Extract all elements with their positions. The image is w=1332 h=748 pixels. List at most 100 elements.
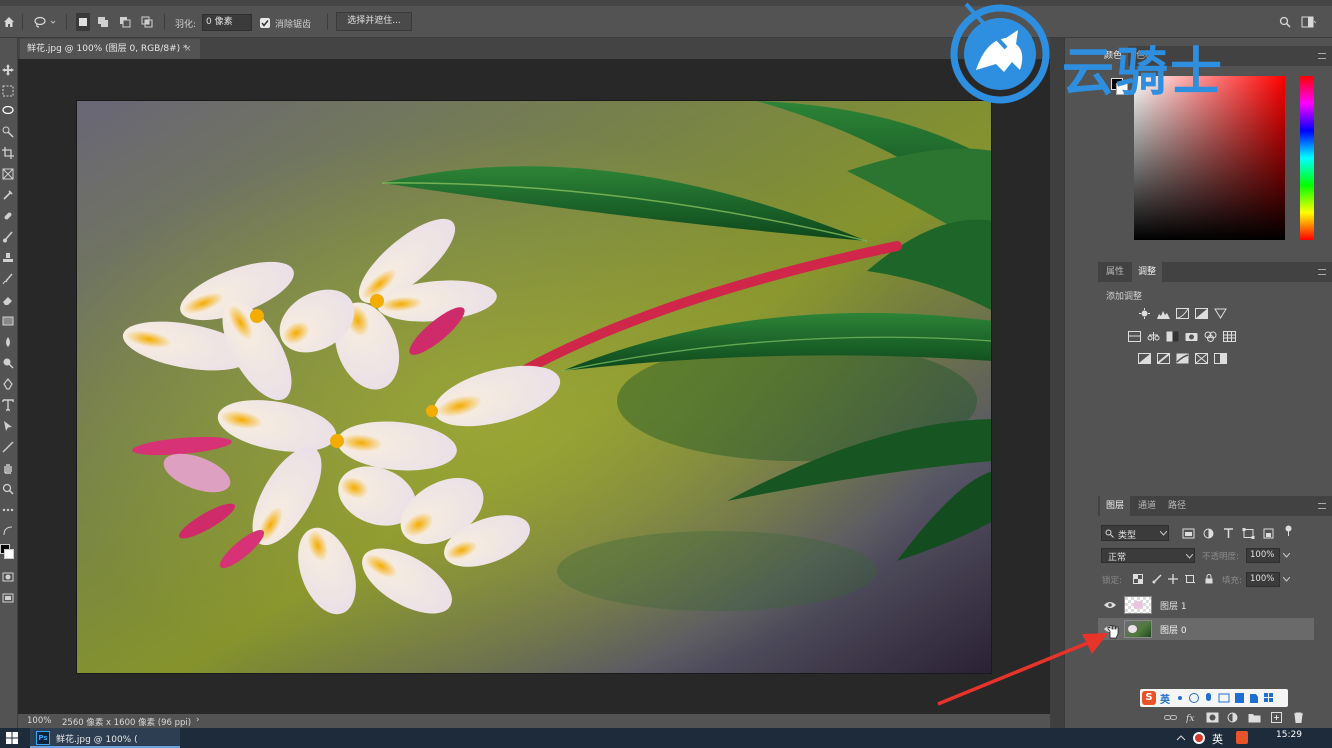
crop-tool-icon[interactable] <box>2 147 14 159</box>
move-tool-icon[interactable] <box>2 64 14 76</box>
lasso-tool-preset-icon[interactable] <box>32 13 58 31</box>
filter-pixel-icon[interactable] <box>1182 528 1195 539</box>
add-mask-icon[interactable] <box>1206 712 1219 723</box>
select-and-mask-button[interactable]: 选择并遮住... <box>336 12 412 31</box>
lasso-tool-icon[interactable] <box>2 105 14 117</box>
hand-tool-icon[interactable] <box>2 462 14 474</box>
curves-icon[interactable] <box>1176 308 1189 319</box>
color-balance-icon[interactable] <box>1147 331 1160 342</box>
lock-artboard-icon[interactable] <box>1185 574 1195 584</box>
eraser-tool-icon[interactable] <box>2 294 14 306</box>
layer-name[interactable]: 图层 1 <box>1160 599 1187 612</box>
add-to-selection-icon[interactable] <box>96 13 110 31</box>
fill-dropdown-icon[interactable] <box>1283 577 1290 582</box>
panel-menu-icon[interactable] <box>1318 53 1326 59</box>
status-menu-arrow-icon[interactable]: › <box>196 715 199 725</box>
screen-mode-icon[interactable] <box>2 592 14 604</box>
healing-brush-tool-icon[interactable] <box>2 210 14 222</box>
marquee-tool-icon[interactable] <box>2 85 14 97</box>
layer-style-fx-icon[interactable]: fx <box>1186 712 1199 723</box>
panel-menu-icon[interactable] <box>1318 503 1326 509</box>
eyedropper-tool-icon[interactable] <box>2 189 14 201</box>
threshold-icon[interactable] <box>1176 353 1189 364</box>
tray-chevron-icon[interactable] <box>1176 733 1186 743</box>
tab-properties[interactable]: 属性 <box>1100 262 1130 282</box>
gradient-tool-icon[interactable] <box>2 315 14 327</box>
taskbar-photoshop-item[interactable]: Ps 鲜花.jpg @ 100% ( <box>30 728 180 748</box>
filter-type-icon[interactable] <box>1222 528 1235 539</box>
exposure-icon[interactable] <box>1195 308 1208 319</box>
opacity-input[interactable]: 100% <box>1246 548 1280 563</box>
tab-channels[interactable]: 通道 <box>1132 496 1162 516</box>
type-tool-icon[interactable] <box>2 399 14 411</box>
clone-stamp-tool-icon[interactable] <box>2 252 14 264</box>
link-layers-icon[interactable] <box>1164 712 1177 723</box>
opacity-dropdown-icon[interactable] <box>1283 553 1290 558</box>
tab-paths[interactable]: 路径 <box>1162 496 1192 516</box>
lock-position-icon[interactable] <box>1168 574 1178 584</box>
layer-filter-select[interactable]: 类型 <box>1101 525 1169 541</box>
layer-row[interactable]: 图层 1 <box>1098 594 1314 616</box>
close-tab-icon[interactable]: × <box>184 39 192 59</box>
frame-tool-icon[interactable] <box>2 168 14 180</box>
layer-row-selected[interactable]: 图层 0 <box>1098 618 1314 640</box>
more-tools-icon[interactable] <box>2 504 14 516</box>
document-tab[interactable]: 鲜花.jpg @ 100% (图层 0, RGB/8#) * × <box>20 39 200 59</box>
dodge-tool-icon[interactable] <box>2 357 14 369</box>
history-brush-tool-icon[interactable] <box>2 273 14 285</box>
new-selection-icon[interactable] <box>76 13 90 31</box>
tab-adjustments[interactable]: 调整 <box>1132 262 1163 282</box>
filter-smart-object-icon[interactable] <box>1262 528 1275 539</box>
workspace-icon[interactable] <box>1300 13 1318 31</box>
posterize-icon[interactable] <box>1157 353 1170 364</box>
gradient-map-icon[interactable] <box>1214 353 1227 364</box>
lock-image-icon[interactable] <box>1152 574 1162 584</box>
brightness-contrast-icon[interactable] <box>1138 308 1151 319</box>
hue-slider[interactable] <box>1300 76 1314 240</box>
tray-record-icon[interactable] <box>1193 732 1205 744</box>
delete-layer-icon[interactable] <box>1292 712 1305 723</box>
ime-tool-icons[interactable] <box>1174 692 1286 704</box>
search-icon[interactable] <box>1278 13 1292 31</box>
swap-colors-icon[interactable] <box>2 525 14 537</box>
filter-adjustment-icon[interactable] <box>1202 528 1215 539</box>
photo-filter-icon[interactable] <box>1185 331 1198 342</box>
panel-menu-icon[interactable] <box>1318 269 1326 275</box>
channel-mixer-icon[interactable] <box>1204 331 1217 342</box>
pen-tool-icon[interactable] <box>2 378 14 390</box>
new-group-icon[interactable] <box>1248 712 1261 723</box>
zoom-level[interactable]: 100% <box>27 716 51 726</box>
black-white-icon[interactable] <box>1166 331 1179 342</box>
tab-layers[interactable]: 图层 <box>1100 496 1131 516</box>
quick-select-tool-icon[interactable] <box>2 126 14 138</box>
selective-color-icon[interactable] <box>1195 353 1208 364</box>
color-lookup-icon[interactable] <box>1223 331 1236 342</box>
windows-start-icon[interactable] <box>6 732 18 744</box>
filter-shape-icon[interactable] <box>1242 528 1255 539</box>
tray-sogou-icon[interactable] <box>1236 731 1248 744</box>
zoom-tool-icon[interactable] <box>2 483 14 495</box>
subtract-from-selection-icon[interactable] <box>118 13 132 31</box>
layer-name[interactable]: 图层 0 <box>1160 623 1187 636</box>
new-adjustment-layer-icon[interactable] <box>1226 712 1239 723</box>
filter-toggle-icon[interactable] <box>1282 525 1295 536</box>
lock-transparency-icon[interactable] <box>1133 574 1143 584</box>
path-selection-tool-icon[interactable] <box>2 420 14 432</box>
vibrance-icon[interactable] <box>1214 308 1227 319</box>
fill-input[interactable]: 100% <box>1246 572 1280 587</box>
home-icon[interactable] <box>2 13 16 31</box>
new-layer-icon[interactable] <box>1270 712 1283 723</box>
blend-mode-select[interactable]: 正常 <box>1101 548 1195 563</box>
invert-icon[interactable] <box>1138 353 1151 364</box>
blur-tool-icon[interactable] <box>2 336 14 348</box>
intersect-selection-icon[interactable] <box>140 13 154 31</box>
hue-saturation-icon[interactable] <box>1128 331 1141 342</box>
visibility-eye-icon[interactable] <box>1104 601 1116 609</box>
quick-mask-icon[interactable] <box>2 571 14 583</box>
lock-all-icon[interactable] <box>1204 574 1214 584</box>
tray-ime-lang[interactable]: 英 <box>1212 731 1223 747</box>
brush-tool-icon[interactable] <box>2 231 14 243</box>
feather-input[interactable]: 0 像素 <box>202 14 252 31</box>
levels-icon[interactable] <box>1157 308 1170 319</box>
antialias-checkbox[interactable] <box>260 18 270 28</box>
